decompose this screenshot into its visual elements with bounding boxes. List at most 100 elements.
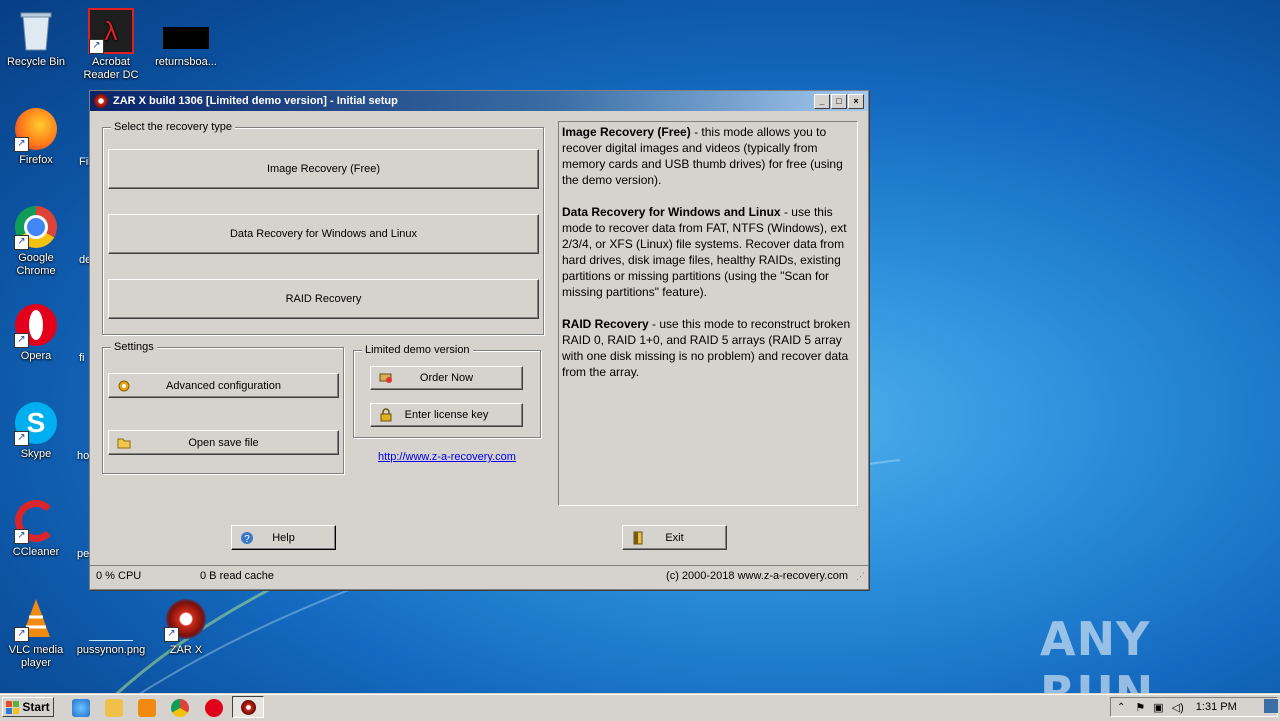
button-label: Order Now bbox=[419, 372, 474, 384]
exit-button[interactable]: Exit bbox=[622, 525, 727, 550]
shortcut-arrow-icon: ↗ bbox=[14, 333, 29, 348]
recycle-bin-icon bbox=[12, 8, 60, 54]
description-paragraph: Image Recovery (Free) - this mode allows… bbox=[562, 124, 854, 188]
file-thumbnail-icon bbox=[162, 8, 210, 54]
zar-x-icon: ↗ bbox=[162, 596, 210, 642]
status-bar: 0 % CPU 0 B read cache (c) 2000-2018 www… bbox=[90, 565, 868, 586]
button-label: Data Recovery for Windows and Linux bbox=[229, 228, 418, 240]
desktop-icon-label: returnsboa... bbox=[155, 56, 217, 68]
desktop-icon-recycle-bin[interactable]: Recycle Bin bbox=[0, 8, 74, 69]
raid-recovery-button[interactable]: RAID Recovery bbox=[108, 279, 539, 319]
shortcut-arrow-icon: ↗ bbox=[14, 431, 29, 446]
firefox-icon: ↗ bbox=[12, 106, 60, 152]
button-label: RAID Recovery bbox=[285, 293, 362, 305]
desktop-icon-opera[interactable]: ↗ Opera bbox=[0, 302, 74, 363]
explorer-folder-icon[interactable] bbox=[105, 699, 123, 717]
hidden-desktop-label: ho bbox=[77, 450, 90, 462]
desktop-icon-label: Google Chrome bbox=[16, 252, 56, 277]
website-link[interactable]: http://www.z-a-recovery.com bbox=[378, 451, 516, 463]
svg-text:?: ? bbox=[244, 534, 250, 545]
hidden-desktop-label: pe bbox=[77, 548, 90, 560]
action-center-flag-icon[interactable]: ⚑ bbox=[1135, 701, 1145, 714]
description-text: - use this mode to recover data from FAT… bbox=[562, 205, 847, 299]
shortcut-arrow-icon: ↗ bbox=[164, 627, 179, 642]
window-title: ZAR X build 1306 [Limited demo version] … bbox=[113, 95, 398, 107]
chrome-taskbar-icon[interactable] bbox=[171, 699, 189, 717]
help-icon: ? bbox=[241, 531, 253, 545]
windows-logo-icon bbox=[6, 700, 20, 714]
desktop-icon-label: Acrobat Reader DC bbox=[83, 56, 139, 81]
button-label: Open save file bbox=[188, 436, 259, 449]
zar-x-window: ZAR X build 1306 [Limited demo version] … bbox=[89, 90, 869, 590]
group-label: Settings bbox=[111, 341, 157, 353]
desktop-icon-vlc[interactable]: ↗ VLC media player bbox=[0, 596, 74, 670]
cart-icon bbox=[379, 373, 392, 383]
start-button[interactable]: Start bbox=[2, 697, 54, 717]
cpu-status: 0 % CPU bbox=[96, 570, 142, 582]
desktop-icon-acrobat[interactable]: λ ↗ Acrobat Reader DC bbox=[73, 8, 149, 82]
opera-icon: ↗ bbox=[12, 302, 60, 348]
shortcut-arrow-icon: ↗ bbox=[14, 235, 29, 250]
read-cache-status: 0 B read cache bbox=[200, 570, 274, 582]
system-tray: ⌃ ⚑ ▣ ◁) 1:31 PM bbox=[1110, 697, 1278, 717]
advanced-configuration-button[interactable]: Advanced configuration bbox=[108, 373, 339, 398]
clock[interactable]: 1:31 PM bbox=[1196, 701, 1237, 713]
image-recovery-button[interactable]: Image Recovery (Free) bbox=[108, 149, 539, 189]
help-button[interactable]: ? Help bbox=[231, 525, 336, 550]
volume-icon[interactable]: ◁) bbox=[1172, 701, 1184, 714]
desktop-icon-label: Skype bbox=[20, 448, 52, 460]
taskbar: Start ⌃ ⚑ ▣ ◁) 1:31 PM bbox=[0, 694, 1280, 721]
exit-door-icon bbox=[633, 531, 643, 544]
folder-icon bbox=[117, 438, 131, 448]
desktop-icon-pussynon[interactable]: pussynon.png bbox=[73, 596, 149, 657]
image-file-icon bbox=[87, 596, 135, 642]
open-save-file-button[interactable]: Open save file bbox=[108, 430, 339, 455]
desktop-icon-returnsboard[interactable]: returnsboa... bbox=[148, 8, 224, 69]
show-desktop-button[interactable] bbox=[1264, 699, 1278, 713]
button-label: Exit bbox=[665, 531, 684, 544]
show-hidden-icons-icon[interactable]: ⌃ bbox=[1117, 702, 1125, 713]
desktop-icon-label: Firefox bbox=[19, 154, 53, 166]
shortcut-arrow-icon: ↗ bbox=[14, 137, 29, 152]
window-titlebar[interactable]: ZAR X build 1306 [Limited demo version] … bbox=[90, 91, 868, 111]
data-recovery-button[interactable]: Data Recovery for Windows and Linux bbox=[108, 214, 539, 254]
description-title: RAID Recovery bbox=[562, 317, 649, 331]
acrobat-icon: λ ↗ bbox=[87, 8, 135, 54]
close-button[interactable]: × bbox=[848, 94, 864, 109]
minimize-button[interactable]: _ bbox=[814, 94, 830, 109]
button-label: Help bbox=[272, 531, 295, 544]
group-label: Limited demo version bbox=[362, 344, 473, 356]
button-label: Image Recovery (Free) bbox=[266, 163, 381, 175]
gear-icon bbox=[118, 380, 130, 391]
chrome-icon: ↗ bbox=[12, 204, 60, 250]
opera-taskbar-icon[interactable] bbox=[205, 699, 223, 717]
shortcut-arrow-icon: ↗ bbox=[14, 529, 29, 544]
lock-icon bbox=[380, 408, 392, 422]
desktop-icon-ccleaner[interactable]: ↗ CCleaner bbox=[0, 498, 74, 559]
button-label: Enter license key bbox=[404, 409, 489, 421]
desktop-icon-label: VLC media player bbox=[8, 644, 64, 669]
ie-icon[interactable] bbox=[72, 699, 90, 717]
enter-license-key-button[interactable]: Enter license key bbox=[370, 403, 523, 427]
maximize-button[interactable]: □ bbox=[831, 94, 847, 109]
desktop-icon-chrome[interactable]: ↗ Google Chrome bbox=[0, 204, 74, 278]
start-label: Start bbox=[22, 700, 50, 714]
desktop-icon-firefox[interactable]: ↗ Firefox bbox=[0, 106, 74, 167]
description-paragraph: RAID Recovery - use this mode to reconst… bbox=[562, 316, 854, 380]
button-label: Advanced configuration bbox=[166, 379, 281, 392]
ccleaner-icon: ↗ bbox=[12, 498, 60, 544]
recovery-description-panel: Image Recovery (Free) - this mode allows… bbox=[558, 121, 858, 506]
shortcut-arrow-icon: ↗ bbox=[89, 39, 104, 54]
network-icon[interactable]: ▣ bbox=[1153, 701, 1163, 714]
zar-x-taskbar-button[interactable] bbox=[232, 696, 264, 718]
desktop-icon-zarx[interactable]: ↗ ZAR X bbox=[148, 596, 224, 657]
desktop-icon-label: Opera bbox=[20, 350, 52, 362]
resize-grip-icon[interactable]: ⋰ bbox=[856, 571, 865, 582]
order-now-button[interactable]: Order Now bbox=[370, 366, 523, 390]
desktop-icon-label: CCleaner bbox=[12, 546, 60, 558]
zar-x-app-icon bbox=[94, 94, 108, 108]
desktop-icon-skype[interactable]: S ↗ Skype bbox=[0, 400, 74, 461]
media-player-icon[interactable] bbox=[138, 699, 156, 717]
shortcut-arrow-icon: ↗ bbox=[14, 627, 29, 642]
desktop-icon-label: ZAR X bbox=[169, 644, 203, 656]
